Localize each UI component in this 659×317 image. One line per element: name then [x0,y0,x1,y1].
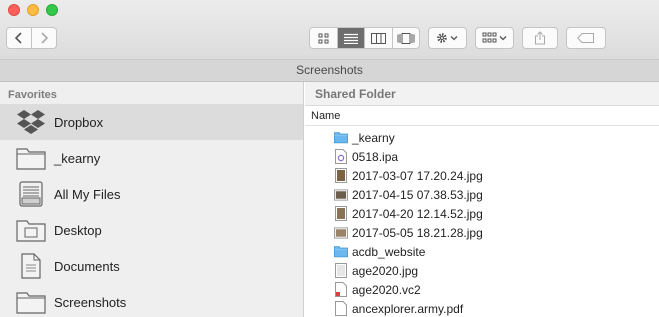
list-item[interactable]: 2017-04-20 12.14.52.jpg [305,204,659,223]
back-icon [15,32,22,44]
tag-icon [577,33,594,43]
cover-flow-button[interactable] [391,28,420,48]
list-item[interactable]: age2020.jpg [305,261,659,280]
cover-flow-icon [397,32,415,44]
toolbar [0,0,659,60]
column-view-icon [370,32,386,44]
list-view-icon [343,33,358,44]
sidebar-item-desktop[interactable]: Desktop [0,212,303,248]
forward-button[interactable] [31,28,56,48]
sidebar-item-kearny[interactable]: _kearny [0,140,303,176]
image-file-icon [334,188,348,202]
desktop-folder-icon [16,215,46,245]
document-file-icon [334,282,348,297]
view-mode-buttons [309,27,420,49]
navigation-buttons [6,27,57,49]
list-item[interactable]: age2020.vc2 [305,280,659,299]
share-icon [535,31,545,45]
image-file-icon [334,226,348,240]
sidebar-item-dropbox[interactable]: Dropbox [0,104,303,140]
image-file-icon [334,206,348,221]
name-column-header[interactable]: Name [305,107,659,126]
all-files-icon [16,179,46,209]
list-item[interactable]: 2017-04-15 07.38.53.jpg [305,185,659,204]
sidebar-item-documents[interactable]: Documents [0,248,303,284]
pdf-file-icon [334,301,348,316]
tag-button[interactable] [566,27,606,49]
folder-icon [334,131,348,145]
share-button[interactable] [522,27,558,49]
arrange-icon [482,32,506,43]
sidebar-item-label: Dropbox [54,114,104,130]
sidebar-item-label: Screenshots [54,294,127,310]
column-view-button[interactable] [364,28,392,48]
sidebar-item-all-my-files[interactable]: All My Files [0,176,303,212]
window-title: Screenshots [0,60,659,82]
close-window-button[interactable] [8,4,20,16]
arrange-menu-button[interactable] [475,27,514,49]
folder-icon [16,143,46,173]
folder-icon [16,287,46,317]
sidebar-item-label: Desktop [54,222,102,238]
folder-icon [334,245,348,259]
folder-header: Shared Folder [305,82,659,106]
sidebar-item-screenshots[interactable]: Screenshots [0,284,303,317]
minimize-window-button[interactable] [27,4,39,16]
sidebar: Favorites Dropbox _kearny All My Files D… [0,82,304,317]
list-item[interactable]: 0518.ipa [305,147,659,166]
sidebar-item-label: Documents [54,258,120,274]
list-item[interactable]: ancexplorer.army.pdf [305,299,659,317]
ipa-file-icon [334,149,348,164]
list-item[interactable]: 2017-03-07 17.20.24.jpg [305,166,659,185]
sidebar-item-label: _kearny [54,150,101,166]
file-list-pane: Shared Folder Name _kearny 0518.ipa 2017… [305,82,659,317]
image-file-icon [334,263,348,278]
list-view-button[interactable] [336,28,364,48]
back-button[interactable] [7,28,31,48]
list-item[interactable]: _kearny [305,128,659,147]
documents-folder-icon [16,251,46,281]
gear-icon [436,33,457,43]
zoom-window-button[interactable] [46,4,58,16]
icon-view-button[interactable] [310,28,337,48]
action-menu-button[interactable] [428,27,467,49]
list-item[interactable]: 2017-05-05 18.21.28.jpg [305,223,659,242]
image-file-icon [334,168,348,183]
list-item[interactable]: acdb_website [305,242,659,261]
icon-view-icon [318,33,329,43]
sidebar-heading: Favorites [8,89,57,101]
sidebar-item-label: All My Files [54,186,121,202]
dropbox-icon [16,107,46,137]
forward-icon [41,32,48,44]
